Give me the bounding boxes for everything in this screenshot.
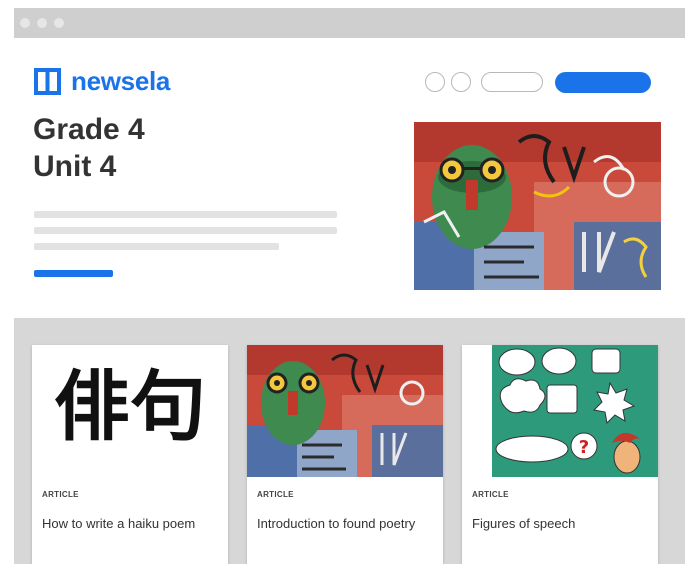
brand-name: newsela	[71, 66, 171, 96]
header-pill-button[interactable]	[481, 72, 543, 92]
card-type-label: ARTICLE	[42, 490, 79, 499]
header-cta-button[interactable]	[555, 72, 651, 93]
article-card[interactable]: ARTICLE Introduction to found poetry	[247, 345, 443, 564]
speech-bubbles-image: ?	[462, 345, 658, 477]
page-title-line: Unit 4	[33, 150, 117, 183]
window-dot-icon[interactable]	[54, 18, 64, 28]
question-mark-text: ?	[579, 437, 589, 458]
card-type-label: ARTICLE	[257, 490, 294, 499]
card-title[interactable]: How to write a haiku poem	[42, 513, 212, 534]
header-circle-button[interactable]	[425, 72, 445, 92]
window-dot-icon[interactable]	[20, 18, 30, 28]
browser-window: newsela Grade 4 Unit 4 俳句 ARTICLE How to…	[14, 8, 685, 564]
page-title-line: Grade 4	[33, 113, 145, 146]
card-type-label: ARTICLE	[472, 490, 509, 499]
placeholder-text-line	[34, 211, 337, 218]
placeholder-text-line	[34, 227, 337, 234]
graffiti-mural-image[interactable]	[414, 122, 661, 290]
graffiti-mural-image	[247, 345, 443, 477]
cards-section: 俳句 ARTICLE How to write a haiku poem ART…	[14, 318, 685, 564]
card-title[interactable]: Figures of speech	[472, 513, 642, 534]
page-title: Grade 4 Unit 4	[33, 111, 233, 185]
placeholder-text-line	[34, 243, 279, 250]
calligraphy-text: 俳句	[54, 362, 206, 451]
header-circle-button[interactable]	[451, 72, 471, 92]
card-title[interactable]: Introduction to found poetry	[257, 513, 427, 534]
haiku-calligraphy-image: 俳句	[32, 345, 228, 477]
article-card[interactable]: ? ARTICLE Figures of speech	[462, 345, 658, 564]
window-dot-icon[interactable]	[37, 18, 47, 28]
article-card[interactable]: 俳句 ARTICLE How to write a haiku poem	[32, 345, 228, 564]
window-titlebar	[14, 8, 685, 38]
newsela-logo-icon	[34, 68, 61, 95]
accent-underline	[34, 270, 113, 277]
